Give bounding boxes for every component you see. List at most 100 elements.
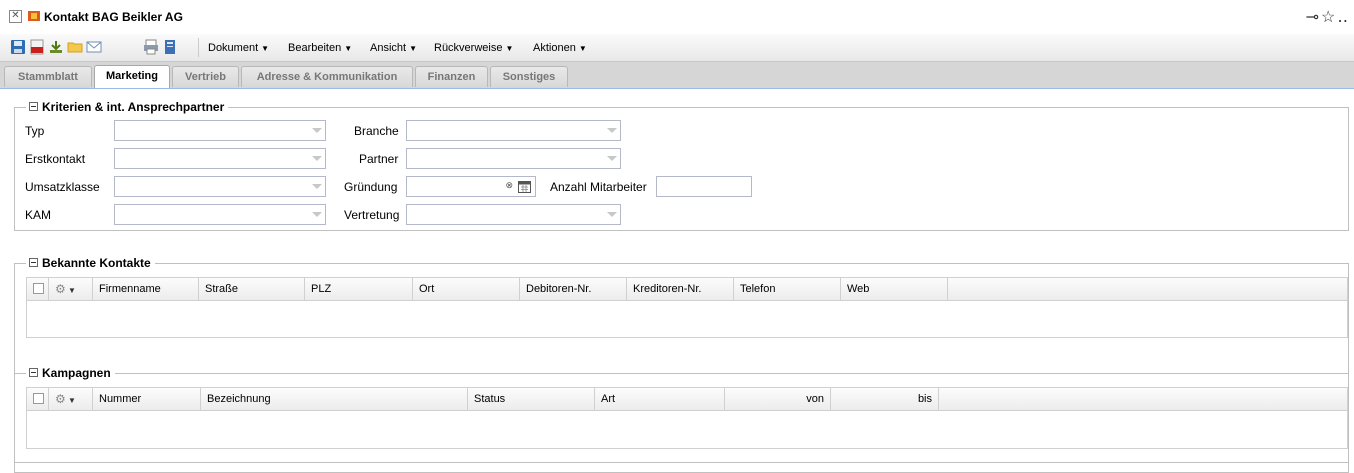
menu-label: Bearbeiten [288,42,342,54]
menu-rueckverweise[interactable]: Rückverweise ▼ [434,42,513,54]
col-nummer[interactable]: Nummer [93,388,201,410]
kriterien-legend-text: Kriterien & int. Ansprechpartner [42,100,225,114]
window-controls[interactable]: ⊸☆‥ [1306,7,1350,27]
gruendung-datefield[interactable]: ⊗ [406,176,536,197]
col-plz[interactable]: PLZ [305,278,413,300]
folder-icon[interactable] [67,39,83,55]
select-all-checkbox[interactable] [33,393,44,404]
kampagnen-grid-header: ⚙ ▼ Nummer Bezeichnung Status Art von bi… [27,388,1347,411]
dropdown-arrow-icon[interactable] [307,121,325,140]
tab-sonstiges[interactable]: Sonstiges [490,66,568,87]
typ-combo[interactable] [114,120,326,141]
kriterien-legend[interactable]: Kriterien & int. Ansprechpartner [26,100,229,114]
anzahl-mitarbeiter-label: Anzahl Mitarbeiter [550,180,647,194]
menu-label: Rückverweise [434,42,503,54]
vertretung-combo[interactable] [406,204,621,225]
umsatzklasse-label: Umsatzklasse [25,180,100,194]
vertretung-label: Vertretung [344,208,400,222]
column-settings-button[interactable]: ⚙ ▼ [49,388,93,410]
partner-combo[interactable] [406,148,621,169]
col-firmenname[interactable]: Firmenname [93,278,199,300]
print-icon[interactable] [143,39,159,55]
col-web[interactable]: Web [841,278,948,300]
tab-stammblatt[interactable]: Stammblatt [4,66,92,87]
menu-bearbeiten[interactable]: Bearbeiten ▼ [288,42,352,54]
close-tab-icon[interactable]: ✕ [9,10,22,23]
chevron-down-icon: ▼ [578,44,587,53]
branche-label: Branche [354,124,399,138]
erstkontakt-combo[interactable] [114,148,326,169]
kam-label: KAM [25,208,52,222]
contact-app-icon [28,11,40,21]
menu-ansicht[interactable]: Ansicht ▼ [370,42,417,54]
kontakte-grid: ⚙ ▼ Firmenname Straße PLZ Ort Debitoren-… [26,277,1348,338]
dropdown-arrow-icon[interactable] [307,205,325,224]
kam-combo[interactable] [114,204,326,225]
select-all-checkbox[interactable] [33,283,44,294]
dropdown-arrow-icon[interactable] [602,205,620,224]
chevron-down-icon: ▼ [505,44,514,53]
dropdown-arrow-icon[interactable] [307,177,325,196]
tab-bar: Stammblatt Marketing Vertrieb Adresse & … [0,62,1354,89]
chevron-down-icon: ▼ [409,44,417,53]
col-art[interactable]: Art [595,388,725,410]
kontakte-legend-text: Bekannte Kontakte [42,256,151,270]
chevron-down-icon: ▼ [65,286,76,295]
col-status[interactable]: Status [468,388,595,410]
gear-icon: ⚙ [55,282,66,296]
select-all-column [27,388,49,410]
branche-combo[interactable] [406,120,621,141]
collapse-icon[interactable] [29,102,38,111]
kampagnen-grid: ⚙ ▼ Nummer Bezeichnung Status Art von bi… [26,387,1348,449]
kontakte-legend[interactable]: Bekannte Kontakte [26,256,155,270]
dropdown-arrow-icon[interactable] [602,149,620,168]
dropdown-arrow-icon[interactable] [307,149,325,168]
erstkontakt-label: Erstkontakt [25,152,86,166]
tab-finanzen[interactable]: Finanzen [415,66,488,87]
col-bezeichnung[interactable]: Bezeichnung [201,388,468,410]
tab-vertrieb[interactable]: Vertrieb [172,66,239,87]
gear-icon: ⚙ [55,392,66,406]
col-strasse[interactable]: Straße [199,278,305,300]
anzahl-mitarbeiter-input[interactable] [656,176,752,197]
kontakte-grid-header: ⚙ ▼ Firmenname Straße PLZ Ort Debitoren-… [27,278,1347,301]
col-bis[interactable]: bis [831,388,939,410]
col-von[interactable]: von [725,388,831,410]
kampagnen-legend[interactable]: Kampagnen [26,366,115,380]
mail-icon[interactable] [86,39,102,55]
save-icon[interactable] [10,39,26,55]
toolbar-separator [198,38,199,57]
collapse-icon[interactable] [29,368,38,377]
col-debitoren-nr[interactable]: Debitoren-Nr. [520,278,627,300]
chevron-down-icon: ▼ [65,396,76,405]
menu-dokument[interactable]: Dokument ▼ [208,42,269,54]
collapse-icon[interactable] [29,258,38,267]
gruendung-label: Gründung [344,180,398,194]
dropdown-arrow-icon[interactable] [602,121,620,140]
download-icon[interactable] [48,39,64,55]
tab-adresse-kommunikation[interactable]: Adresse & Kommunikation [241,66,413,87]
menu-label: Ansicht [370,42,407,54]
menu-aktionen[interactable]: Aktionen ▼ [533,42,587,54]
col-telefon[interactable]: Telefon [734,278,841,300]
typ-label: Typ [25,124,45,138]
clear-icon[interactable]: ⊗ [505,180,513,191]
chevron-down-icon: ▼ [344,44,353,53]
column-settings-button[interactable]: ⚙ ▼ [49,278,93,300]
window-title: Kontakt BAG Beikler AG [44,10,183,24]
document-icon[interactable] [162,39,178,55]
select-all-column [27,278,49,300]
kampagnen-legend-text: Kampagnen [42,366,111,380]
window-titlebar: ✕ Kontakt BAG Beikler AG ⊸☆‥ [0,0,1354,34]
partner-label: Partner [359,152,399,166]
pdf-icon[interactable] [29,39,45,55]
tab-marketing[interactable]: Marketing [94,65,170,88]
umsatzklasse-combo[interactable] [114,176,326,197]
menu-label: Dokument [208,42,259,54]
toolbar: Dokument ▼ Bearbeiten ▼ Ansicht ▼ Rückverwe… [0,34,1354,62]
chevron-down-icon: ▼ [261,44,270,53]
col-kreditoren-nr[interactable]: Kreditoren-Nr. [627,278,734,300]
col-ort[interactable]: Ort [413,278,520,300]
calendar-icon[interactable] [518,180,531,193]
menu-label: Aktionen [533,42,576,54]
